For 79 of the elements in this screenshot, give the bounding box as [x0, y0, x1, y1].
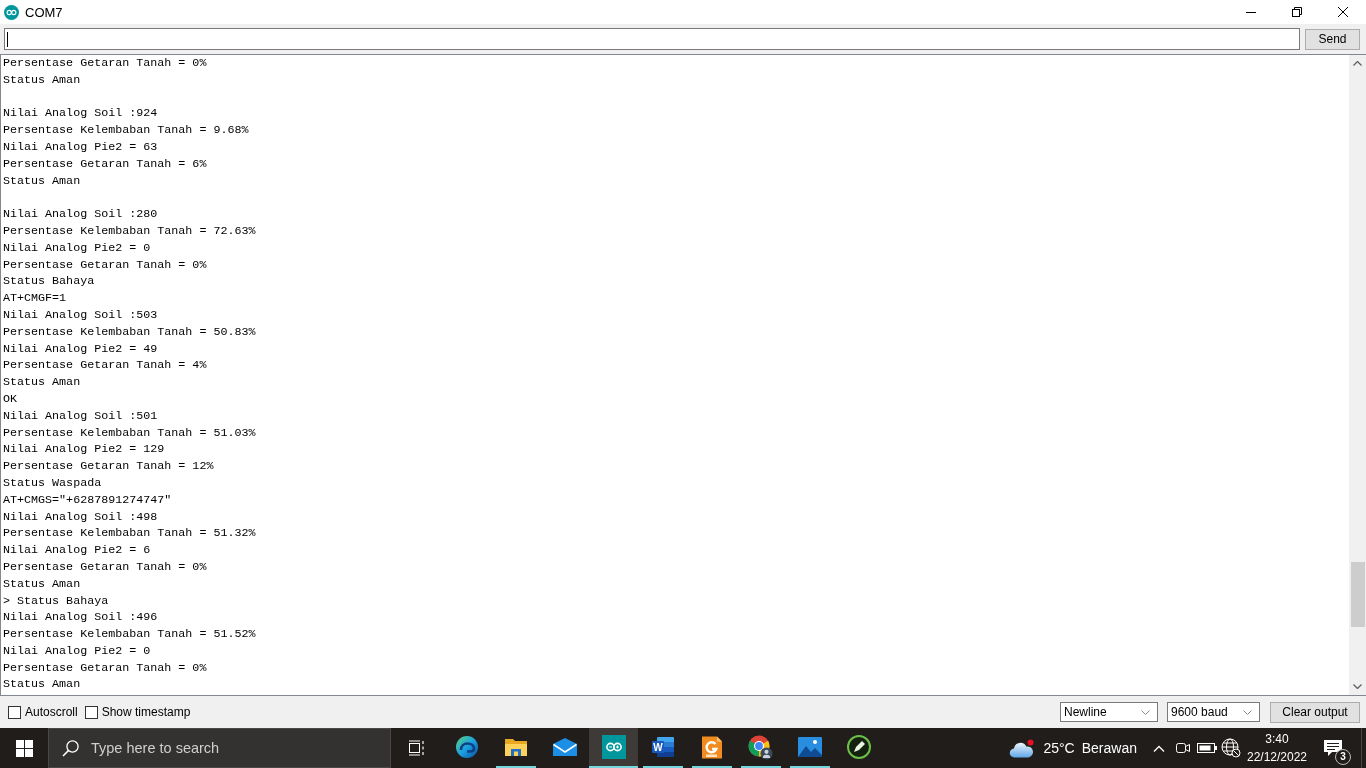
output-line: Nilai Analog Soil :280: [3, 206, 158, 223]
input-field[interactable]: [4, 28, 1300, 50]
minimize-icon: [1246, 11, 1256, 13]
output-line: Nilai Analog Pie2 = 129: [3, 441, 165, 459]
scrollbar-thumb[interactable]: [1351, 562, 1365, 627]
checkbox[interactable]: [84, 705, 98, 719]
start-icon[interactable]: [15, 739, 33, 757]
output-line: Nilai Analog Pie2 = 0: [3, 642, 151, 660]
output-line: Status Aman: [3, 71, 81, 89]
output-line: Nilai Analog Soil :496: [3, 609, 158, 627]
clock-date[interactable]: 22/12/2022: [1246, 748, 1308, 766]
network-icon[interactable]: [1221, 738, 1241, 758]
output-line: Persentase Getaran Tanah = 4%: [3, 357, 207, 375]
output-line: Status Aman: [3, 676, 81, 694]
output-line: Persentase Kelembaban Tanah = 9.68%: [3, 122, 249, 139]
output-line: Persentase Getaran Tanah = 0%: [3, 256, 207, 274]
weather-label: Berawan: [1081, 740, 1137, 756]
output-line: Nilai Analog Pie2 = 63: [3, 139, 158, 156]
output-line: Persentase Getaran Tanah = 0%: [3, 659, 207, 677]
output-line: Nilai Analog Pie2 = 49: [3, 340, 158, 358]
scroll-up-icon[interactable]: [1353, 61, 1362, 66]
clock-time[interactable]: 3:40: [1265, 730, 1289, 748]
send-button[interactable]: Send: [1305, 28, 1360, 50]
output-line: Nilai Analog Soil :501: [3, 407, 158, 425]
chevron-down-icon: [1243, 709, 1252, 715]
infinity-icon: [601, 735, 626, 759]
output-line: Nilai Analog Soil :503: [3, 306, 158, 324]
close-icon: [1338, 7, 1348, 17]
output-line: Status Bahaya: [3, 273, 95, 291]
mail-icon: [552, 738, 577, 756]
dropdown[interactable]: 9600 baud: [1167, 702, 1260, 722]
output-line: AT+CMGS="+6287891274747": [3, 491, 172, 509]
output-line: Nilai Analog Pie2 = 6: [3, 542, 151, 559]
taskbar-button[interactable]: [589, 728, 638, 768]
window-title: COM7: [25, 4, 63, 20]
output-line: Persentase Kelembaban Tanah = 51.32%: [3, 525, 256, 543]
notification-count: 3: [1335, 749, 1351, 765]
cloud-icon[interactable]: [1009, 738, 1036, 758]
app-logo-icon: [4, 4, 19, 20]
output-line: Persentase Kelembaban Tanah = 51.03%: [3, 424, 256, 442]
output-line: Status Waspada: [3, 474, 102, 492]
swirl-icon: [454, 735, 479, 759]
landscape-icon: [797, 737, 822, 757]
pen-icon: [846, 735, 871, 759]
camera-icon[interactable]: [1175, 741, 1191, 755]
output-line: AT+CMGF=1: [3, 290, 67, 307]
dropdown[interactable]: Newline: [1060, 702, 1158, 722]
output-line: Persentase Kelembaban Tanah = 50.83%: [3, 323, 256, 341]
output-line: Persentase Getaran Tanah = 6%: [3, 155, 207, 173]
output-line: Persentase Kelembaban Tanah = 51.52%: [3, 626, 256, 643]
scroll-down-icon[interactable]: [1353, 684, 1362, 689]
task-view-icon[interactable]: [408, 740, 425, 756]
clear-output-button[interactable]: Clear output: [1270, 701, 1360, 723]
search-field[interactable]: Type here to search: [48, 728, 391, 768]
folder-icon: [503, 737, 528, 757]
chevron-down-icon: [1141, 709, 1150, 715]
page-icon: [700, 735, 723, 759]
temperature-label: 25°C: [1043, 740, 1075, 756]
search-icon: [62, 739, 79, 757]
output-line: Nilai Analog Soil :498: [3, 508, 158, 526]
checkbox-label: Autoscroll: [25, 705, 78, 719]
checkbox[interactable]: [8, 705, 21, 719]
battery-icon[interactable]: [1197, 743, 1217, 753]
browser-icon: [748, 734, 773, 760]
output-line: Nilai Analog Soil :924: [3, 105, 158, 123]
output-line: Persentase Getaran Tanah = 0%: [3, 558, 207, 576]
output-line: Persentase Kelembaban Tanah = 72.63%: [3, 222, 256, 240]
output-line: Persentase Getaran Tanah = 0%: [3, 55, 207, 72]
output-line: Nilai Analog Pie2 = 0: [3, 239, 151, 257]
checkbox-label: Show timestamp: [101, 705, 191, 719]
taskbar-button[interactable]: W: [638, 728, 687, 768]
output-line: Status Aman: [3, 374, 81, 391]
output-line: Status Aman: [3, 575, 81, 593]
output-line: OK: [3, 390, 18, 408]
output-line: > Status Bahaya: [3, 592, 109, 610]
restore-icon: [1292, 7, 1302, 17]
output-line: Status Aman: [3, 172, 81, 190]
chevron-up-icon[interactable]: [1153, 744, 1165, 752]
output-line: Persentase Getaran Tanah = 12%: [3, 458, 214, 475]
